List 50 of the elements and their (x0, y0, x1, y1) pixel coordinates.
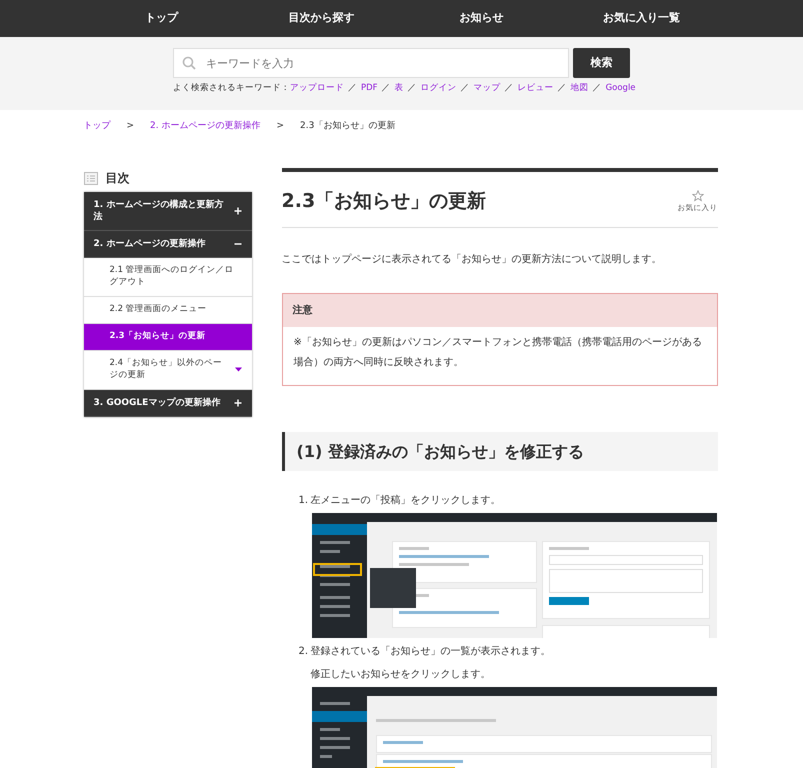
breadcrumb-current: 2.3「お知らせ」の更新 (300, 120, 396, 134)
notice-text: ※「お知らせ」の更新はパソコン／スマートフォンと携帯電話（携帯電話用のページがある場合）の両方へ同時に反映されます。 (292, 336, 703, 370)
separator-text: ／ (408, 83, 417, 93)
keyword-link[interactable]: Google (606, 83, 636, 93)
step-number: 2. (298, 645, 310, 660)
step-text: 登録されている「お知らせ」の一覧が表示されます。 (310, 644, 550, 660)
search-button[interactable]: 検索 (573, 48, 630, 78)
toc-title: 目次 (106, 170, 130, 187)
breadcrumb-link[interactable]: トップ (84, 120, 110, 134)
toc-section[interactable]: 2. ホームページの更新操作 (84, 231, 252, 258)
separator-text: ／ (348, 83, 357, 93)
nav-link-item[interactable]: お気に入り一覧 (562, 10, 722, 27)
list-icon (84, 172, 98, 184)
step-text: 左メニューの「投稿」をクリックします。 (310, 494, 500, 508)
nav-link-item[interactable]: 目次から探す (242, 10, 402, 27)
separator-text: ／ (460, 83, 470, 93)
toc-item[interactable]: 2.2 管理画面のメニュー (84, 297, 252, 324)
keywords-label: よく検索されるキーワード： (173, 83, 290, 93)
toc-item[interactable]: 2.4「お知らせ」以外のページの更新 (84, 350, 252, 390)
section-heading: (1) 登録済みの「お知らせ」を修正する (282, 432, 718, 472)
breadcrumb-link[interactable]: 2. ホームページの更新操作 (150, 120, 260, 134)
separator-text: ／ (504, 83, 514, 93)
notice-header: 注意 (282, 294, 716, 328)
separator-text: ／ (382, 83, 391, 93)
plus-icon (234, 207, 242, 216)
keyword-link[interactable]: PDF (361, 83, 378, 93)
search-field[interactable]: キーワードを入力 (173, 48, 569, 78)
toc-section[interactable]: 3. GOOGLEマップの更新操作 (84, 390, 252, 417)
toc-item[interactable]: 2.1 管理画面へのログイン／ログアウト (84, 258, 252, 298)
keyword-link[interactable]: 地図 (570, 83, 589, 93)
nav-link-item[interactable]: トップ (82, 10, 242, 27)
toc-section[interactable]: 1. ホームページの構成と更新方法 (84, 192, 252, 232)
breadcrumb-separator: > (126, 120, 134, 134)
keyword-link[interactable]: アップロード (290, 83, 344, 93)
keyword-link[interactable]: マップ (474, 83, 501, 93)
search-icon (182, 56, 196, 70)
breadcrumb-separator: > (276, 120, 284, 134)
keyword-link[interactable]: ログイン (420, 83, 457, 93)
separator-text: ／ (558, 83, 567, 93)
page-title: 2.3「お知らせ」の更新 (282, 190, 486, 214)
nav-link-item[interactable]: お知らせ (402, 10, 562, 27)
plus-icon (234, 398, 242, 407)
keyword-link[interactable]: レビュー (518, 83, 554, 93)
separator-text: ／ (592, 83, 602, 93)
intro-text: ここではトップページに表示されてる「お知らせ」の更新方法について説明します。 (282, 252, 662, 268)
toc-item[interactable]: 2.3「お知らせ」の更新 (84, 324, 252, 351)
star-icon (692, 190, 704, 202)
keyword-link[interactable]: 表 (394, 83, 404, 93)
step-text: 修正したいお知らせをクリックします。 (310, 668, 490, 682)
step-number: 1. (298, 494, 310, 508)
